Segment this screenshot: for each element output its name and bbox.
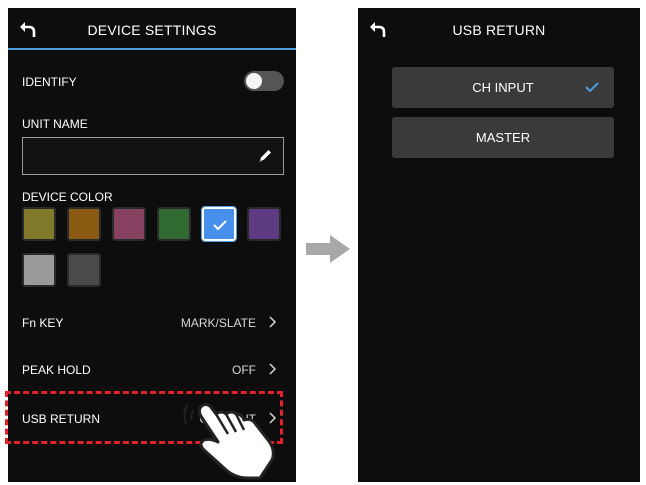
- device-settings-header: DEVICE SETTINGS: [8, 8, 296, 50]
- identify-toggle[interactable]: [244, 71, 284, 91]
- device-color-label: DEVICE COLOR: [22, 190, 113, 204]
- chevron-right-icon[interactable]: [268, 316, 278, 328]
- option-master[interactable]: MASTER: [392, 117, 614, 158]
- identify-label: IDENTIFY: [22, 75, 77, 89]
- color-swatch-light-gray[interactable]: [22, 253, 56, 287]
- color-swatch-dark-gray[interactable]: [67, 253, 101, 287]
- color-swatch-blue[interactable]: [201, 206, 237, 242]
- arrow-right-icon: [306, 235, 350, 263]
- check-icon: [585, 82, 599, 93]
- option-ch-input[interactable]: CH INPUT: [392, 67, 614, 108]
- unit-name-field[interactable]: [22, 137, 284, 175]
- usb-return-screen: USB RETURN CH INPUT MASTER: [358, 8, 640, 482]
- chevron-right-icon[interactable]: [268, 363, 278, 375]
- unit-name-label: UNIT NAME: [22, 117, 88, 131]
- page-title: USB RETURN: [452, 22, 546, 38]
- color-swatch-magenta[interactable]: [112, 207, 146, 241]
- peak-hold-value[interactable]: OFF: [232, 363, 256, 377]
- color-swatch-brown[interactable]: [67, 207, 101, 241]
- option-label: CH INPUT: [472, 80, 534, 95]
- usb-return-header: USB RETURN: [358, 8, 640, 50]
- color-swatch-purple[interactable]: [247, 207, 281, 241]
- option-label: MASTER: [475, 130, 531, 145]
- fn-key-value[interactable]: MARK/SLATE: [181, 316, 256, 330]
- color-swatch-green[interactable]: [157, 207, 191, 241]
- check-icon: [213, 220, 227, 231]
- page-title: DEVICE SETTINGS: [87, 22, 217, 38]
- fn-key-label: Fn KEY: [22, 316, 64, 330]
- pointing-hand-icon: [183, 402, 275, 480]
- color-swatch-olive[interactable]: [22, 207, 56, 241]
- pencil-icon[interactable]: [257, 148, 273, 164]
- toggle-knob: [246, 73, 262, 89]
- peak-hold-label: PEAK HOLD: [22, 363, 91, 377]
